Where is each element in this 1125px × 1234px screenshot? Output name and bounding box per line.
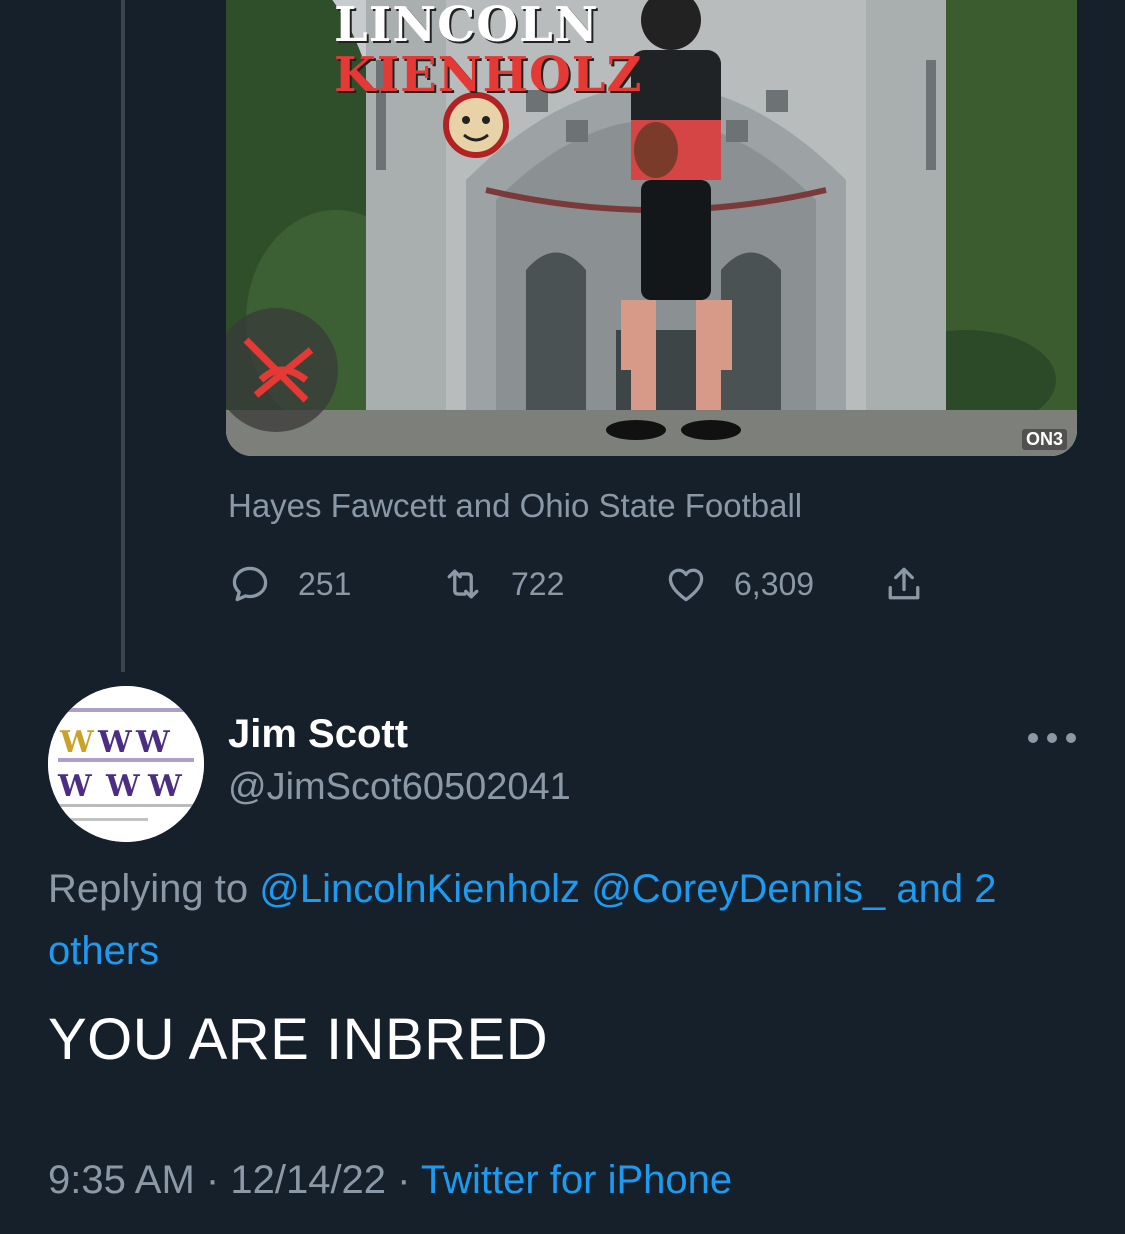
mention-link-coreydennis[interactable]: @CoreyDennis_	[591, 867, 885, 911]
media-caption[interactable]: Hayes Fawcett and Ohio State Football	[228, 487, 802, 525]
reply-button[interactable]: 251	[228, 556, 351, 612]
retweet-button[interactable]: 722	[441, 556, 564, 612]
media-title: LINCOLN KIENHOLZ	[334, 0, 643, 100]
svg-text:W: W	[57, 769, 93, 804]
retweet-icon	[447, 569, 479, 599]
svg-text:W: W	[105, 769, 141, 804]
svg-text:W: W	[147, 769, 183, 804]
reply-count: 251	[298, 565, 352, 602]
retweet-count: 722	[511, 565, 565, 602]
more-icon-dot	[1066, 733, 1076, 743]
tweet-source-link[interactable]: Twitter for iPhone	[421, 1158, 732, 1202]
meta-separator: ·	[205, 1158, 220, 1202]
svg-text:W: W	[135, 725, 171, 760]
tweet-time[interactable]: 9:35 AM	[48, 1158, 195, 1202]
more-icon-dot	[1047, 733, 1057, 743]
on3-watermark: ON3	[1021, 429, 1067, 450]
huskies-logo-avatar-image: W W W W W W	[48, 686, 204, 842]
tweet-date[interactable]: 12/14/22	[230, 1158, 386, 1202]
tweet-thread: LINCOLN KIENHOLZ ON3 Hayes Fawcett and O…	[0, 0, 1125, 1234]
like-button[interactable]: 6,309	[664, 556, 814, 612]
svg-text:W: W	[97, 725, 133, 760]
share-icon	[888, 567, 920, 600]
svg-text:W: W	[59, 725, 95, 760]
media-title-line-1: LINCOLN	[334, 0, 599, 53]
thread-connector-line	[121, 0, 125, 672]
more-icon-dot	[1028, 733, 1038, 743]
replying-to-line: Replying to @LincolnKienholz @CoreyDenni…	[48, 858, 1088, 982]
share-button[interactable]	[882, 556, 926, 612]
display-name[interactable]: Jim Scott	[228, 712, 408, 757]
reply-icon	[232, 566, 268, 602]
avatar[interactable]: W W W W W W	[48, 686, 204, 842]
tweet-metadata: 9:35 AM · 12/14/22 · Twitter for iPhone	[48, 1158, 732, 1203]
mention-link-lincolnkienholz[interactable]: @LincolnKienholz	[259, 867, 580, 911]
user-handle[interactable]: @JimScot60502041	[228, 766, 571, 809]
more-options-button[interactable]	[1028, 720, 1076, 756]
like-count: 6,309	[734, 565, 815, 602]
heart-icon	[668, 568, 704, 602]
tweet-media-image[interactable]: LINCOLN KIENHOLZ ON3	[226, 0, 1077, 456]
tweet-text: YOU ARE INBRED	[48, 1007, 549, 1072]
meta-separator: ·	[397, 1158, 411, 1202]
tweet-action-bar: 251 722 6,309	[228, 556, 988, 612]
replying-to-label: Replying to	[48, 867, 249, 911]
media-title-line-2: KIENHOLZ	[334, 47, 643, 103]
